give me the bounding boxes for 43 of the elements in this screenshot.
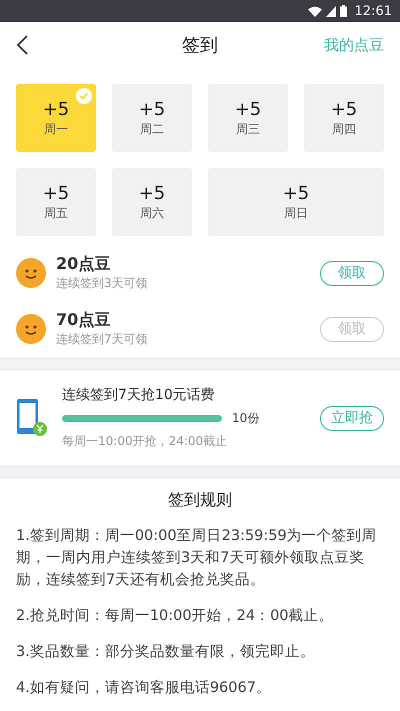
smiley-icon [16,258,46,288]
reward-title: 20点豆 [56,254,112,275]
day-points: +5 [234,98,262,120]
day-card[interactable]: +5 周四 [304,84,384,152]
reward-title: 70点豆 [56,310,112,331]
back-icon[interactable] [16,35,28,55]
rule-text: 1.签到周期：周一00:00至周日23:59:59为一个签到周期，一周内用户连续签到3天和7天可额外领取点豆奖励，连续签到7天还有机会抢兑奖品。 [16,527,378,590]
day-label: 周一 [44,120,68,138]
page-title: 签到 [182,34,218,57]
rule-text: 2.抢兑时间：每周一10:00开始，24：00截止。 [16,607,335,626]
day-label: 周五 [44,204,68,222]
day-points: +5 [138,182,166,204]
day-card[interactable]: +5 周二 [112,84,192,152]
day-label: 周二 [140,120,164,138]
rule-text: 3.奖品数量：部分奖品数量有限，领完即止。 [16,642,316,662]
day-label: 周六 [140,204,164,222]
reward-condition: 连续签到7天可领 [56,331,149,348]
signal-icon [326,6,336,16]
battery-icon [340,5,347,17]
reward-condition: 连续签到3天可领 [56,275,149,292]
day-card[interactable]: +5 周三 [208,84,288,152]
status-time: 12:61 [354,4,392,18]
promo-title: 连续签到7天抢10元话费 [62,386,216,404]
promo-time: 每周一10:00开抢，24:00截止 [62,433,228,450]
smiley-icon [16,314,46,344]
day-points: +5 [42,98,70,120]
phone-icon [16,399,48,437]
day-label: 周三 [236,120,260,138]
day-label: 周四 [332,120,356,138]
day-card[interactable]: +5 周日 [208,168,384,236]
day-points: +5 [330,98,358,120]
day-card[interactable]: +5 周五 [16,168,96,236]
rule-text: 4.如有疑问，请咨询客服电话96067。 [16,678,272,698]
check-icon [76,88,92,104]
day-points: +5 [282,182,310,204]
day-card[interactable]: +5 周一 [16,84,96,152]
day-card[interactable]: +5 周六 [112,168,192,236]
day-points: +5 [138,98,166,120]
day-points: +5 [42,182,70,204]
stock-count: 10份 [232,410,260,427]
wifi-icon [308,6,322,16]
day-label: 周日 [284,204,308,222]
rules-title: 签到规则 [167,490,233,511]
